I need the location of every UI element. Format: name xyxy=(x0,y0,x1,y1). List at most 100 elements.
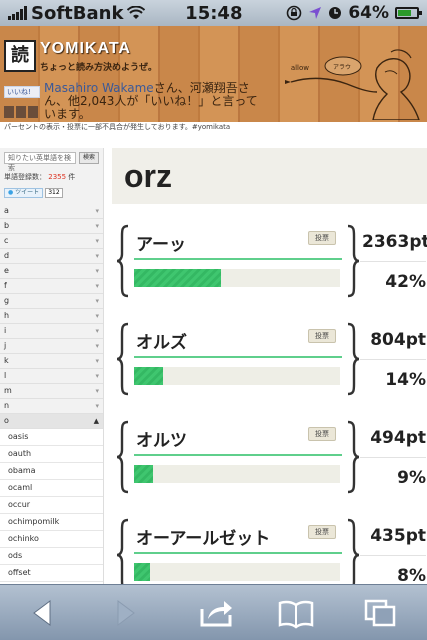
wifi-icon xyxy=(127,6,146,19)
letter-index-item[interactable]: g ▾ xyxy=(0,294,103,309)
letter-index-item[interactable]: o ▲ xyxy=(0,414,103,429)
letter-index-item[interactable]: a ▾ xyxy=(0,204,103,219)
entry-divider xyxy=(134,454,342,456)
letter-index-item[interactable]: h ▾ xyxy=(0,309,103,324)
twitter-icon: ● xyxy=(8,189,14,196)
vote-button[interactable]: 投票 xyxy=(308,329,336,343)
letter-index-item[interactable]: l ▾ xyxy=(0,369,103,384)
letter-index-item[interactable]: f ▾ xyxy=(0,279,103,294)
battery-icon xyxy=(395,7,423,19)
battery-percent: 64% xyxy=(348,3,390,23)
word-list-item[interactable]: offset xyxy=(0,565,103,582)
word-list-item[interactable]: oauth xyxy=(0,446,103,463)
speech-bubble-text: アラウ xyxy=(333,63,351,71)
word-count-unit: 件 xyxy=(68,173,76,181)
avatar[interactable] xyxy=(28,106,38,118)
vote-button[interactable]: 投票 xyxy=(308,231,336,245)
word-list: oasis oauth obama ocaml occur ochimpomilk ochi… xyxy=(0,429,103,599)
reading-entry: オルズ 投票 804pt 14% xyxy=(116,322,426,396)
word-count: 単語登録数： 2355 件 xyxy=(0,168,103,186)
reading-entry: アーッ 投票 2363pt 42% xyxy=(116,224,427,298)
rotation-lock-icon xyxy=(287,5,302,21)
pointing-figure-illustration: アラウ xyxy=(285,49,420,120)
word-list-item[interactable]: oasis xyxy=(0,429,103,446)
vote-points: 804pt xyxy=(370,330,426,350)
bookmarks-icon[interactable] xyxy=(276,595,316,631)
word-list-item[interactable]: occur xyxy=(0,497,103,514)
vote-share-fill xyxy=(134,367,163,385)
caret-down-icon: ▾ xyxy=(95,312,99,320)
caret-down-icon: ▾ xyxy=(95,357,99,365)
word-title-bar: orz xyxy=(112,148,427,204)
stat-divider xyxy=(360,359,426,360)
search-button[interactable]: 検索 xyxy=(79,152,99,164)
word-list-item[interactable]: ods xyxy=(0,548,103,565)
forward-icon[interactable] xyxy=(106,595,146,631)
letter-index-item[interactable]: e ▾ xyxy=(0,264,103,279)
vote-button[interactable]: 投票 xyxy=(308,525,336,539)
caret-down-icon: ▾ xyxy=(95,372,99,380)
letter-index-label: b xyxy=(4,221,10,230)
word-list-item[interactable]: ochinko xyxy=(0,531,103,548)
logo-mark[interactable]: 読 xyxy=(4,40,36,72)
letter-index-item[interactable]: m ▾ xyxy=(0,384,103,399)
caret-down-icon: ▾ xyxy=(95,252,99,260)
letter-index-item[interactable]: c ▾ xyxy=(0,234,103,249)
tweet-button[interactable]: ● ツイート xyxy=(4,188,44,198)
letter-index-label: g xyxy=(4,296,10,305)
tabs-icon[interactable] xyxy=(360,595,400,631)
carrier-label: SoftBank xyxy=(31,2,124,24)
caret-down-icon: ▾ xyxy=(95,267,99,275)
location-icon xyxy=(309,7,322,19)
avatar[interactable] xyxy=(16,106,26,118)
vote-share-fill xyxy=(134,269,221,287)
vote-share-fill xyxy=(134,465,153,483)
reading-name: オーアールゼット xyxy=(136,529,271,549)
avatar[interactable] xyxy=(4,106,14,118)
word-list-item[interactable]: ochimpomilk xyxy=(0,514,103,531)
facebook-like-name[interactable]: Masahiro Wakame xyxy=(44,81,154,95)
vote-share-bar xyxy=(134,563,340,581)
letter-index-label: j xyxy=(4,341,7,350)
left-brace xyxy=(116,322,129,396)
letter-index-item[interactable]: j ▾ xyxy=(0,339,103,354)
right-brace xyxy=(347,420,360,494)
letter-index: a ▾ b ▾ c ▾ d ▾ e ▾ f ▾ g ▾ h ▾ i ▾ j ▾ k ▾ l ▾ m ▾ n ▾ o ▲ xyxy=(0,204,103,429)
search-row: 知りたい英単語を検索 検索 xyxy=(0,148,103,172)
letter-index-label: l xyxy=(4,371,7,380)
tweet-count: 312 xyxy=(45,188,63,198)
vote-percent: 42% xyxy=(385,272,426,292)
logo-text[interactable]: YOMIKATA xyxy=(40,40,131,58)
word-count-label: 単語登録数： xyxy=(4,173,46,181)
letter-index-item[interactable]: n ▾ xyxy=(0,399,103,414)
back-icon[interactable] xyxy=(22,595,62,631)
left-brace xyxy=(116,224,129,298)
share-icon[interactable] xyxy=(196,595,236,631)
entry-divider xyxy=(134,258,342,260)
left-brace xyxy=(116,420,129,494)
facebook-like-text: Masahiro Wakameさん、河瀬翔吾さん、他2,043人が「いいね！」と… xyxy=(44,82,264,121)
vote-percent: 9% xyxy=(397,468,426,488)
word-list-item[interactable]: ocaml xyxy=(0,480,103,497)
page-title: orz xyxy=(124,158,172,194)
caret-down-icon: ▾ xyxy=(95,402,99,410)
letter-index-item[interactable]: i ▾ xyxy=(0,324,103,339)
clock-icon xyxy=(329,7,342,19)
letter-index-item[interactable]: k ▾ xyxy=(0,354,103,369)
caret-down-icon: ▾ xyxy=(95,387,99,395)
letter-index-label: k xyxy=(4,356,9,365)
facebook-like-button[interactable]: いいね! xyxy=(4,86,40,98)
caret-down-icon: ▾ xyxy=(95,327,99,335)
tweet-button-label: ツイート xyxy=(15,189,40,196)
site-tagline: ちょっと読み方決めようぜ。 xyxy=(40,63,158,73)
word-list-item[interactable]: obama xyxy=(0,463,103,480)
caret-down-icon: ▾ xyxy=(95,282,99,290)
letter-index-item[interactable]: d ▾ xyxy=(0,249,103,264)
letter-index-item[interactable]: b ▾ xyxy=(0,219,103,234)
entry-divider xyxy=(134,356,342,358)
vote-percent: 8% xyxy=(397,566,426,584)
vote-share-fill xyxy=(134,563,151,581)
search-input[interactable]: 知りたい英単語を検索 xyxy=(4,152,76,172)
vote-button[interactable]: 投票 xyxy=(308,427,336,441)
vote-share-bar xyxy=(134,269,340,287)
